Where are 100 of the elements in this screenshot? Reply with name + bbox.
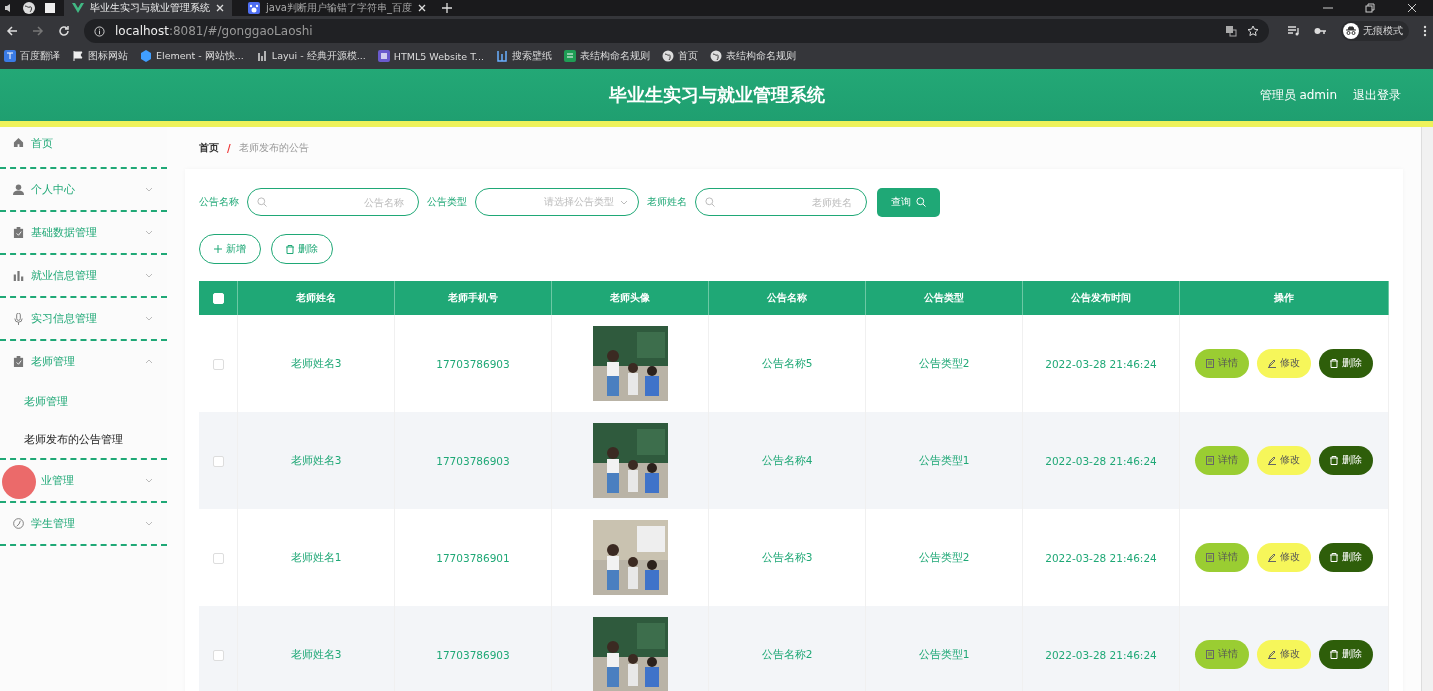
bookmark[interactable]: 首页	[661, 49, 698, 63]
detail-button[interactable]: 详情	[1195, 446, 1249, 475]
pencil-icon	[1268, 359, 1276, 368]
trash-icon	[1330, 553, 1338, 562]
page-icon[interactable]	[44, 2, 56, 14]
edit-button[interactable]: 修改	[1257, 640, 1311, 669]
checkbox[interactable]	[212, 552, 224, 564]
plus-icon	[214, 245, 222, 253]
trash-icon	[1330, 650, 1338, 659]
layers-icon	[255, 50, 268, 62]
filter-label: 公告类型	[427, 195, 467, 209]
column-header: 公告名称	[708, 281, 866, 315]
globe-icon[interactable]	[22, 1, 36, 15]
tile-icon	[377, 50, 390, 62]
forward-icon[interactable]	[32, 25, 44, 37]
edit-button[interactable]: 修改	[1257, 349, 1311, 378]
table-cell: 公告类型1	[865, 412, 1023, 509]
detail-button[interactable]: 详情	[1195, 349, 1249, 378]
user-label: 管理员 admin	[1259, 87, 1337, 104]
search-icon	[257, 197, 267, 207]
translate-icon	[4, 50, 16, 62]
star-icon[interactable]	[1247, 25, 1259, 37]
table-cell: 公告类型1	[865, 606, 1023, 691]
translate-icon[interactable]	[1225, 25, 1237, 37]
table-cell: 17703786903	[394, 412, 552, 509]
detail-button[interactable]: 详情	[1195, 543, 1249, 572]
table-cell: 老师姓名3	[237, 606, 395, 691]
address-bar[interactable]: localhost:8081/#/gonggaoLaoshi	[84, 19, 1269, 43]
pencil-icon	[1268, 456, 1276, 465]
filter-label: 老师姓名	[647, 195, 687, 209]
column-header: 老师头像	[551, 281, 709, 315]
document-icon	[1206, 359, 1214, 368]
restore-icon[interactable]	[1365, 3, 1375, 13]
user-icon	[13, 184, 24, 195]
trash-icon	[1330, 456, 1338, 465]
edit-button[interactable]: 修改	[1257, 446, 1311, 475]
breadcrumb-separator: /	[227, 142, 231, 154]
key-icon[interactable]	[1314, 26, 1327, 36]
delete-button[interactable]: 删除	[1319, 543, 1373, 572]
column-header: 公告类型	[865, 281, 1023, 315]
home-icon	[13, 137, 24, 148]
flag-icon	[72, 50, 84, 62]
table-cell: 2022-03-28 21:46:24	[1022, 606, 1180, 691]
checkbox[interactable]	[212, 358, 224, 370]
submenu-item[interactable]: 老师发布的公告管理	[0, 420, 167, 458]
bars-icon	[495, 50, 508, 62]
document-icon	[1206, 650, 1214, 659]
delete-button[interactable]: 删除	[1319, 640, 1373, 669]
close-icon[interactable]	[216, 4, 224, 12]
globe-icon	[661, 50, 674, 62]
bookmark[interactable]: HTML5 Website T...	[377, 50, 484, 62]
pencil-icon	[1268, 650, 1276, 659]
bookmark[interactable]: 表结构命名规则	[709, 49, 796, 63]
reload-icon[interactable]	[58, 25, 70, 37]
trash-icon	[1330, 359, 1338, 368]
search-icon	[916, 197, 926, 207]
playlist-icon[interactable]	[1287, 25, 1300, 37]
browser-tab[interactable]: 毕业生实习与就业管理系统	[64, 0, 232, 16]
incognito-icon	[1343, 23, 1359, 39]
delete-button[interactable]: 删除	[1319, 446, 1373, 475]
app-title: 毕业生实习与就业管理系统	[608, 83, 825, 107]
close-icon[interactable]	[1407, 3, 1417, 13]
microphone-icon	[13, 312, 24, 325]
clipboard-icon	[13, 227, 24, 238]
back-icon[interactable]	[6, 25, 18, 37]
search-field[interactable]: 老师姓名	[695, 188, 867, 216]
table-cell: 老师姓名3	[237, 412, 395, 509]
checkbox[interactable]	[212, 455, 224, 467]
bookmark[interactable]: Layui - 经典开源模...	[255, 49, 366, 63]
bookmark[interactable]: 表结构命名规则	[563, 49, 650, 63]
breadcrumb-item: 老师发布的公告	[238, 141, 309, 155]
clipboard-icon	[13, 356, 24, 367]
bar-chart-icon	[13, 270, 24, 281]
chevron-icon	[620, 199, 628, 205]
filter-label: 公告名称	[199, 195, 239, 209]
pencil-icon	[1268, 553, 1276, 562]
column-header: 公告发布时间	[1022, 281, 1180, 315]
detail-button[interactable]: 详情	[1195, 640, 1249, 669]
bookmark[interactable]: 搜索壁纸	[495, 49, 552, 63]
document-icon	[1206, 553, 1214, 562]
globe-icon	[709, 50, 722, 62]
search-field[interactable]: 公告名称	[247, 188, 419, 216]
table-cell: 公告名称2	[708, 606, 866, 691]
more-icon[interactable]	[1423, 25, 1427, 37]
delete-button[interactable]: 删除	[1319, 349, 1373, 378]
hexagon-icon	[140, 50, 152, 62]
checkbox[interactable]	[212, 649, 224, 661]
close-icon[interactable]	[417, 4, 426, 12]
document-icon	[1206, 456, 1214, 465]
bookmark[interactable]: Element - 网站快...	[140, 49, 244, 63]
info-icon	[94, 25, 105, 37]
profile-button[interactable]: 无痕模式	[1341, 21, 1409, 41]
edit-button[interactable]: 修改	[1257, 543, 1311, 572]
table-cell: 公告名称4	[708, 412, 866, 509]
v-logo-icon	[72, 3, 84, 13]
breadcrumb-item[interactable]: 首页	[199, 141, 219, 155]
bookmark[interactable]: 图标网站	[72, 49, 128, 63]
new-tab-icon[interactable]	[441, 3, 452, 13]
browser-tab[interactable]: java判断用户输错了字符串_百度	[240, 0, 434, 16]
bookmark[interactable]: 百度翻译	[4, 49, 60, 63]
